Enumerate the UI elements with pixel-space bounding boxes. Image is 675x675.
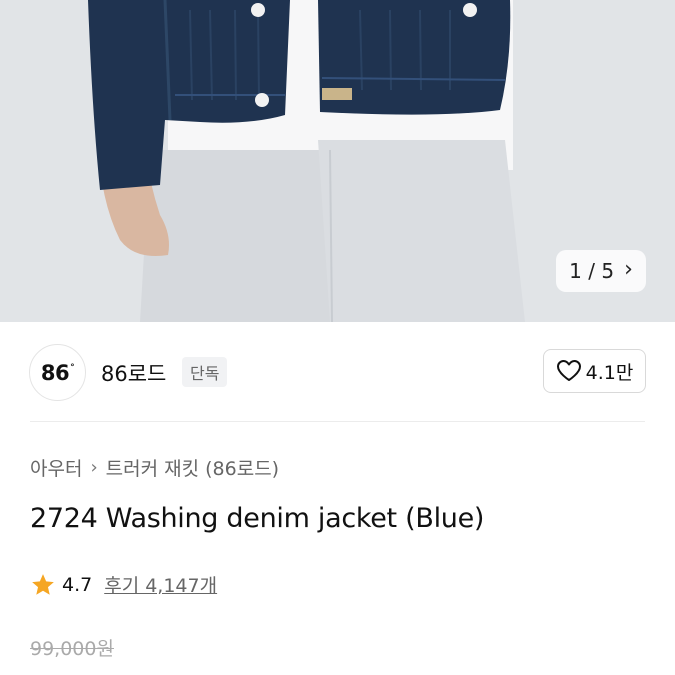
chevron-right-icon: › [90,457,98,478]
breadcrumb: 아우터 › 트러커 재킷 (86로드) [30,454,279,481]
product-rating: 4.7 후기 4,147개 [30,571,217,598]
breadcrumb-item-category[interactable]: 트러커 재킷 (86로드) [106,454,279,481]
brand-logo-mark: ° [70,362,75,373]
divider [30,421,645,422]
original-price: 99,000원 [30,638,114,660]
exclusive-badge: 단독 [182,357,228,387]
star-icon [32,573,54,595]
gallery-pager[interactable]: 1 / 5 › [556,250,646,292]
review-count-link[interactable]: 후기 4,147개 [104,571,217,598]
like-count: 4.1만 [585,361,634,384]
breadcrumb-item-outer[interactable]: 아우터 [30,454,82,481]
heart-outline-icon [556,360,581,381]
gallery-current: 1 [569,259,582,283]
like-button[interactable]: 4.1만 [543,349,646,393]
rating-score: 4.7 [62,573,93,596]
gallery-total: 5 [601,259,615,283]
chevron-right-icon[interactable]: › [624,259,633,281]
brand-logo-text: 86 [40,360,70,385]
product-image[interactable]: 1 / 5 › [0,0,675,322]
brand-logo[interactable]: 86 ° [29,344,86,401]
brand-row: 86 ° 86로드 단독 4.1만 [0,322,675,422]
gallery-separator: / [588,259,595,283]
product-title: 2724 Washing denim jacket (Blue) [30,503,485,534]
gallery-counter: 1 / 5 [569,259,614,283]
brand-name[interactable]: 86로드 [101,358,166,388]
